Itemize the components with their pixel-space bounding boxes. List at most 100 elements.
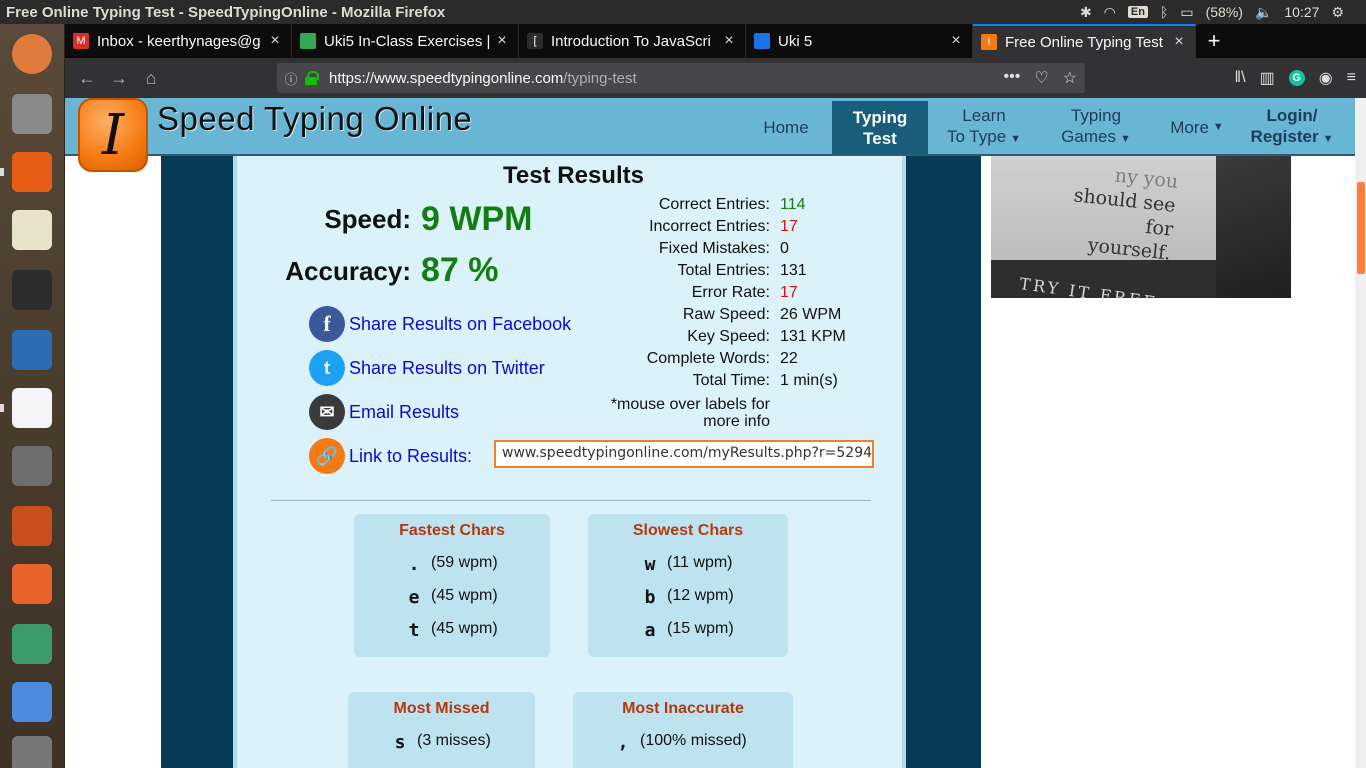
hamburger-menu-icon[interactable]: ≡ bbox=[1347, 69, 1356, 87]
page-scrollbar[interactable] bbox=[1355, 98, 1366, 768]
bluetooth-icon[interactable]: ᛒ bbox=[1160, 4, 1168, 20]
stat-label[interactable]: Correct Entries: bbox=[659, 196, 770, 214]
nav-item-typing[interactable]: Typing Games ▼ bbox=[1040, 101, 1152, 154]
stat-label[interactable]: Complete Words: bbox=[647, 350, 770, 368]
ad-copy: ny you should see for yourself. bbox=[1035, 156, 1179, 266]
nav-item-line2-text: To Type bbox=[946, 127, 1007, 146]
chromium-icon[interactable] bbox=[6, 676, 58, 728]
nav-item-learn[interactable]: Learn To Type ▼ bbox=[928, 101, 1040, 154]
account-icon[interactable]: ◉ bbox=[1319, 68, 1333, 88]
share-facebook-row[interactable]: f Share Results on Facebook bbox=[309, 306, 571, 342]
site-info-icon[interactable]: ⓘ bbox=[277, 69, 305, 88]
char-stat-row: b (12 wpm) bbox=[588, 587, 788, 609]
share-twitter-row[interactable]: t Share Results on Twitter bbox=[309, 350, 545, 386]
share-twitter-link[interactable]: Share Results on Twitter bbox=[349, 358, 545, 379]
nav-item-typing[interactable]: Typing Test bbox=[832, 101, 928, 154]
back-button-icon[interactable]: ← bbox=[71, 62, 103, 94]
slack-icon[interactable] bbox=[6, 382, 58, 434]
email-results-link[interactable]: Email Results bbox=[349, 402, 459, 423]
nav-item-line2-text: Register bbox=[1250, 127, 1319, 146]
nav-item-login[interactable]: Login/Register ▼ bbox=[1242, 101, 1342, 154]
stat-label[interactable]: Raw Speed: bbox=[683, 306, 770, 324]
nav-item-line2: To Type ▼ bbox=[947, 126, 1021, 150]
battery-icon[interactable]: ▭ bbox=[1180, 4, 1193, 21]
tab-close-icon[interactable]: × bbox=[1171, 33, 1187, 51]
pocket-icon[interactable]: ♡ bbox=[1034, 68, 1048, 88]
running-indicator bbox=[0, 168, 4, 176]
files-icon[interactable] bbox=[6, 88, 58, 140]
stat-value: 17 bbox=[780, 218, 798, 235]
nav-item-home[interactable]: Home bbox=[740, 101, 832, 154]
browser-tab[interactable]: M Inbox - keerthynages@g × bbox=[65, 24, 292, 58]
site-title[interactable]: Speed Typing Online bbox=[157, 100, 472, 138]
twitter-icon[interactable]: t bbox=[309, 350, 345, 386]
clock[interactable]: 10:27 bbox=[1284, 4, 1319, 20]
stat-label[interactable]: Error Rate: bbox=[692, 284, 770, 302]
stat-label[interactable]: Incorrect Entries: bbox=[649, 218, 770, 236]
facebook-icon[interactable]: f bbox=[309, 306, 345, 342]
accuracy-label[interactable]: Accuracy: bbox=[237, 256, 411, 287]
terminal-icon[interactable] bbox=[6, 264, 58, 316]
tab-close-icon[interactable]: × bbox=[721, 32, 737, 50]
site-logo-icon[interactable]: I bbox=[78, 98, 148, 172]
libreoffice-writer-icon[interactable] bbox=[6, 324, 58, 376]
url-bar[interactable]: ⓘ https://www.speedtypingonline.com/typi… bbox=[277, 63, 1085, 93]
stat-label[interactable]: Total Time: bbox=[693, 372, 770, 390]
page-actions-icon[interactable]: ••• bbox=[1004, 68, 1021, 88]
advertisement-banner[interactable]: ny you should see for yourself. TRY IT F… bbox=[991, 156, 1291, 298]
stat-value: 0 bbox=[780, 240, 789, 257]
stat-label[interactable]: Fixed Mistakes: bbox=[659, 240, 770, 258]
browser-tab[interactable]: Uki5 In-Class Exercises | × bbox=[292, 24, 519, 58]
browser-tab[interactable]: [Introduction To JavaScri × bbox=[519, 24, 746, 58]
system-settings-icon[interactable] bbox=[6, 440, 58, 492]
libreoffice-impress-icon[interactable] bbox=[6, 500, 58, 552]
tab-close-icon[interactable]: × bbox=[494, 32, 510, 50]
home-button-icon[interactable]: ⌂ bbox=[135, 62, 167, 94]
scrollbar-thumb[interactable] bbox=[1357, 182, 1365, 274]
forward-button-icon[interactable]: → bbox=[103, 62, 135, 94]
new-tab-button[interactable]: + bbox=[1196, 24, 1232, 58]
keyboard-layout-indicator[interactable]: En bbox=[1127, 6, 1148, 18]
dropdown-caret-icon: ▼ bbox=[1322, 133, 1334, 145]
browser-nav-toolbar: ← → ⌂ ⓘ https://www.speedtypingonline.co… bbox=[65, 58, 1366, 98]
mouse-over-note: *mouse over labels for more info bbox=[530, 396, 770, 430]
stat-label[interactable]: Key Speed: bbox=[687, 328, 770, 346]
nav-item-line1: Home bbox=[763, 118, 809, 137]
keyboard-app-icon[interactable] bbox=[6, 204, 58, 256]
grammarly-icon[interactable]: G bbox=[1288, 70, 1305, 86]
email-icon[interactable]: ✉ bbox=[309, 394, 345, 430]
share-facebook-link[interactable]: Share Results on Facebook bbox=[349, 314, 571, 335]
browser-tab[interactable]: I Free Online Typing Test × bbox=[973, 24, 1196, 58]
sidebar-icon[interactable]: ▥ bbox=[1260, 68, 1275, 88]
link-results-row: 🔗 Link to Results: bbox=[309, 438, 472, 474]
software-center-icon[interactable] bbox=[6, 558, 58, 610]
link-to-results-label[interactable]: Link to Results: bbox=[349, 446, 472, 467]
nav-item-more[interactable]: More ▼ bbox=[1152, 101, 1242, 154]
ad-face: ny you should see for yourself. bbox=[991, 156, 1216, 265]
stat-row: Incorrect Entries: 17 bbox=[632, 218, 892, 240]
email-results-row[interactable]: ✉ Email Results bbox=[309, 394, 459, 430]
tab-close-icon[interactable]: × bbox=[948, 32, 964, 50]
ubuntu-dash-icon[interactable] bbox=[6, 28, 58, 80]
wifi-icon[interactable]: ◠ bbox=[1104, 4, 1116, 21]
tab-close-icon[interactable]: × bbox=[267, 32, 283, 50]
library-icon[interactable]: ‖\ bbox=[1235, 69, 1246, 87]
stat-row: Fixed Mistakes: 0 bbox=[632, 240, 892, 262]
stat-label[interactable]: Total Entries: bbox=[678, 262, 770, 280]
results-title: Test Results bbox=[503, 162, 644, 189]
char-glyph: b bbox=[644, 587, 656, 608]
volume-icon[interactable]: 🔈 bbox=[1255, 4, 1272, 21]
atom-icon[interactable] bbox=[6, 618, 58, 670]
usb-drive-icon[interactable] bbox=[6, 730, 58, 768]
speed-label[interactable]: Speed: bbox=[237, 204, 411, 235]
bookmark-star-icon[interactable]: ☆ bbox=[1063, 68, 1077, 88]
battery-percent[interactable]: (58%) bbox=[1206, 4, 1243, 20]
nav-item-text: More ▼ bbox=[1170, 117, 1224, 138]
power-menu-icon[interactable]: ⚙ bbox=[1331, 4, 1344, 21]
firefox-icon[interactable] bbox=[6, 146, 58, 198]
browser-tab[interactable]: Uki 5 × bbox=[746, 24, 973, 58]
link-icon[interactable]: 🔗 bbox=[309, 438, 345, 474]
results-link-field[interactable]: www.speedtypingonline.com/myResults.php?… bbox=[494, 440, 874, 468]
slack-tray-icon[interactable]: ✱ bbox=[1080, 4, 1092, 21]
stat-row: Key Speed: 131 KPM bbox=[632, 328, 892, 350]
